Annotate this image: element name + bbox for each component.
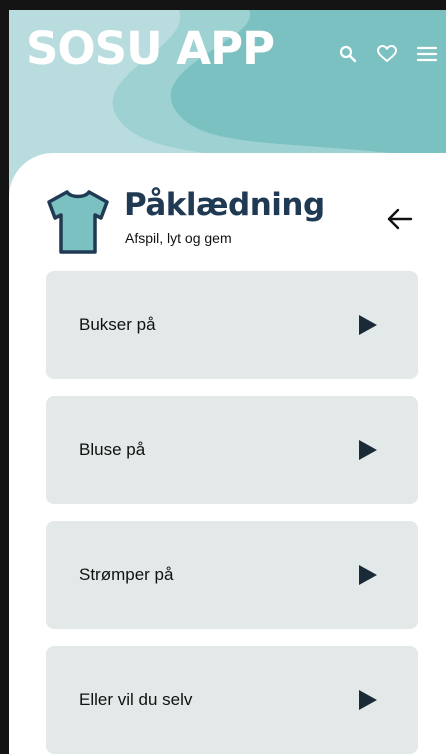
shirt-icon bbox=[47, 190, 109, 254]
arrow-left-icon[interactable] bbox=[385, 206, 415, 232]
menu-icon[interactable] bbox=[416, 45, 438, 63]
list-item-label: Bukser på bbox=[79, 315, 156, 334]
list-item[interactable]: Eller vil du selv bbox=[46, 646, 418, 754]
play-icon[interactable] bbox=[358, 439, 378, 461]
play-icon[interactable] bbox=[358, 564, 378, 586]
list-item[interactable]: Bukser på bbox=[46, 271, 418, 379]
list-item[interactable]: Bluse på bbox=[46, 396, 418, 504]
list-item-label: Eller vil du selv bbox=[79, 690, 193, 709]
search-icon[interactable] bbox=[338, 44, 358, 64]
section-subtitle: Afspil, lyt og gem bbox=[125, 230, 232, 246]
app-title: SOSU APP bbox=[26, 22, 275, 75]
app-screen: SOSU APP Påklædning Afspil, lyt og gem B… bbox=[9, 10, 446, 754]
play-icon[interactable] bbox=[358, 689, 378, 711]
section-title: Påklædning bbox=[124, 187, 325, 223]
list-item[interactable]: Strømper på bbox=[46, 521, 418, 629]
section-header: Påklædning Afspil, lyt og gem bbox=[45, 188, 435, 260]
list-item-label: Strømper på bbox=[79, 565, 174, 584]
heart-icon[interactable] bbox=[376, 44, 398, 64]
audio-list: Bukser på Bluse på Strømper på Eller vil… bbox=[46, 271, 418, 754]
play-icon[interactable] bbox=[358, 314, 378, 336]
header-actions bbox=[338, 44, 438, 64]
list-item-label: Bluse på bbox=[79, 440, 146, 459]
